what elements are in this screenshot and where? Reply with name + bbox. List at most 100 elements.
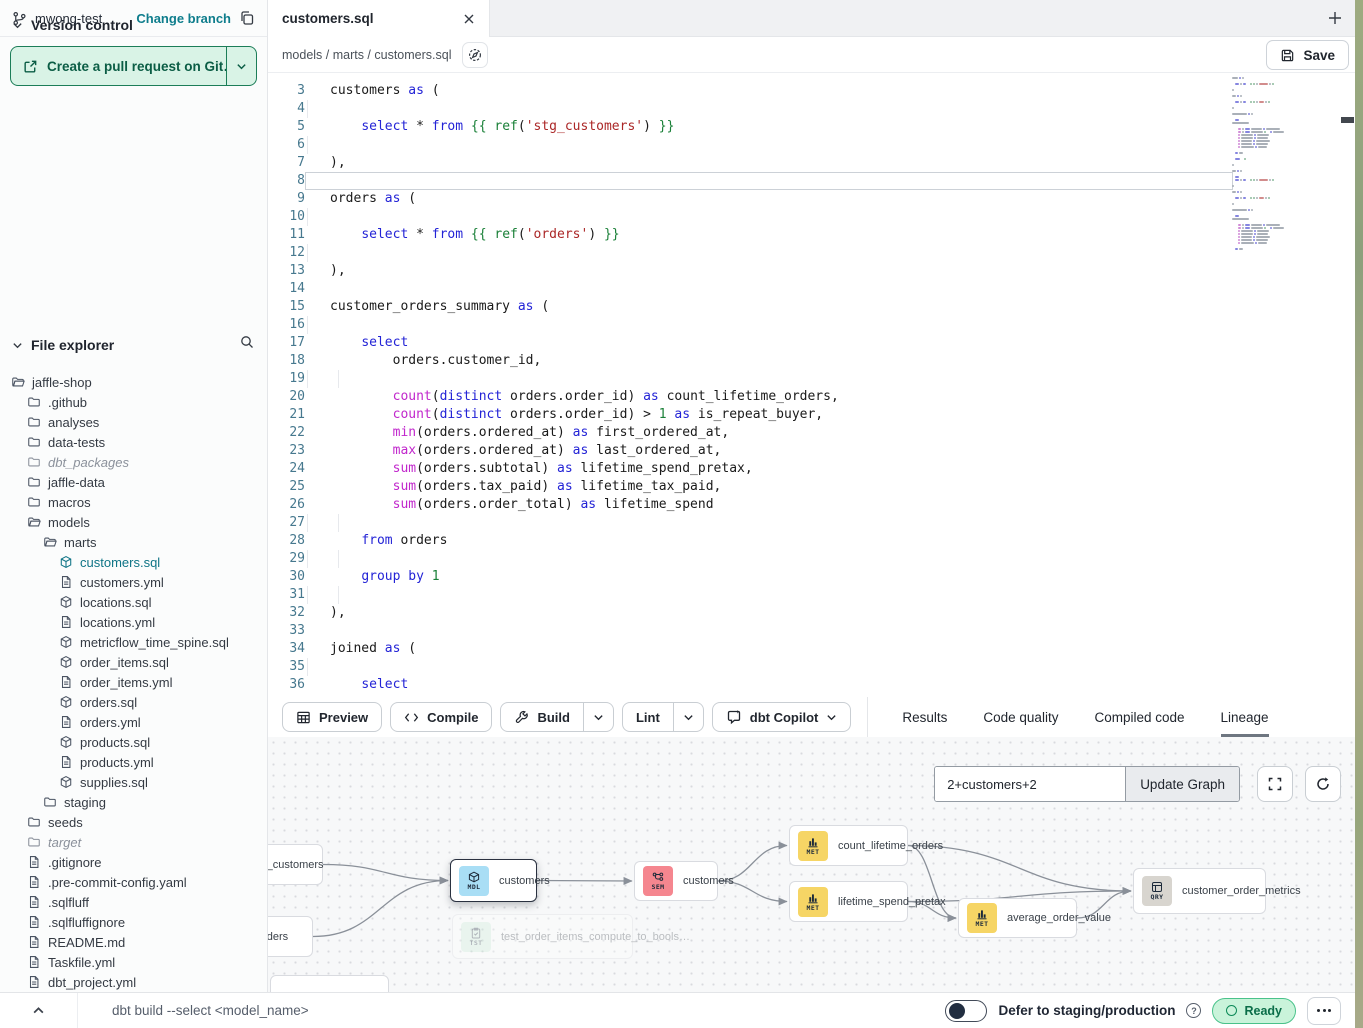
code-line-18[interactable]: 18 orders.customer_id,	[268, 352, 1233, 370]
tree-item-order-items-yml[interactable]: order_items.yml	[0, 672, 267, 692]
code-line-12[interactable]: 12	[268, 244, 1233, 262]
copy-icon[interactable]	[239, 10, 255, 26]
build-dropdown[interactable]	[584, 702, 614, 732]
refresh-button[interactable]	[1305, 766, 1341, 802]
code-editor[interactable]: 3customers as (45 select * from {{ ref('…	[268, 73, 1363, 697]
tree-item-locations-sql[interactable]: locations.sql	[0, 592, 267, 612]
tree-item-supplies-sql[interactable]: supplies.sql	[0, 772, 267, 792]
node-compass-button[interactable]	[462, 42, 488, 68]
code-line-28[interactable]: 28 from orders	[268, 532, 1233, 550]
code-line-20[interactable]: 20 count(distinct orders.order_id) as co…	[268, 388, 1233, 406]
lineage-selector-input[interactable]	[935, 767, 1125, 801]
tree-item-products-yml[interactable]: products.yml	[0, 752, 267, 772]
code-line-27[interactable]: 27	[268, 514, 1233, 532]
code-line-16[interactable]: 16	[268, 316, 1233, 334]
code-line-17[interactable]: 17 select	[268, 334, 1233, 352]
tree-item-marts[interactable]: marts	[0, 532, 267, 552]
code-line-21[interactable]: 21 count(distinct orders.order_id) > 1 a…	[268, 406, 1233, 424]
code-line-33[interactable]: 33	[268, 622, 1233, 640]
code-line-7[interactable]: 7),	[268, 154, 1233, 172]
code-line-10[interactable]: 10	[268, 208, 1233, 226]
code-line-34[interactable]: 34joined as (	[268, 640, 1233, 658]
tree-item-order-items-sql[interactable]: order_items.sql	[0, 652, 267, 672]
code-line-29[interactable]: 29	[268, 550, 1233, 568]
tree-item-jaffle-shop[interactable]: jaffle-shop	[0, 372, 267, 392]
lint-dropdown[interactable]	[674, 702, 704, 732]
code-line-11[interactable]: 11 select * from {{ ref('orders') }}	[268, 226, 1233, 244]
code-line-6[interactable]: 6	[268, 136, 1233, 154]
code-line-26[interactable]: 26 sum(orders.order_total) as lifetime_s…	[268, 496, 1233, 514]
create-pr-button[interactable]: Create a pull request on Git…	[10, 46, 257, 86]
code-line-5[interactable]: 5 select * from {{ ref('stg_customers') …	[268, 118, 1233, 136]
minimap[interactable]	[1232, 77, 1308, 251]
lineage-node-customers[interactable]: SEMcustomers	[634, 861, 718, 901]
help-icon[interactable]: ?	[1186, 1003, 1201, 1018]
code-line-24[interactable]: 24 sum(orders.subtotal) as lifetime_spen…	[268, 460, 1233, 478]
code-line-31[interactable]: 31	[268, 586, 1233, 604]
tree-item-orders-sql[interactable]: orders.sql	[0, 692, 267, 712]
tree-item-models[interactable]: models	[0, 512, 267, 532]
collapse-caret-button[interactable]	[0, 993, 78, 1028]
tree-item-jaffle-data[interactable]: jaffle-data	[0, 472, 267, 492]
lineage-node-lifetime-spend-pretax[interactable]: METlifetime_spend_pretax	[789, 881, 908, 922]
code-line-30[interactable]: 30 group by 1	[268, 568, 1233, 586]
code-line-22[interactable]: 22 min(orders.ordered_at) as first_order…	[268, 424, 1233, 442]
save-button[interactable]: Save	[1266, 40, 1349, 70]
tree-item--sqlfluffignore[interactable]: .sqlfluffignore	[0, 912, 267, 932]
code-line-13[interactable]: 13),	[268, 262, 1233, 280]
tree-item-metricflow-time-spine-sql[interactable]: metricflow_time_spine.sql	[0, 632, 267, 652]
tab-customers-sql[interactable]: customers.sql	[268, 0, 490, 37]
code-line-14[interactable]: 14	[268, 280, 1233, 298]
tree-item-staging[interactable]: staging	[0, 792, 267, 812]
tree-item-dbt-packages[interactable]: dbt_packages	[0, 452, 267, 472]
update-graph-button[interactable]: Update Graph	[1125, 767, 1239, 801]
build-button[interactable]: Build	[500, 702, 584, 732]
code-line-19[interactable]: 19	[268, 370, 1233, 388]
compile-button[interactable]: Compile	[390, 702, 492, 732]
defer-toggle[interactable]	[945, 1000, 987, 1022]
lineage-node-count-lifetime-orders[interactable]: METcount_lifetime_orders	[789, 825, 908, 866]
code-line-4[interactable]: 4	[268, 100, 1233, 118]
lint-button[interactable]: Lint	[622, 702, 674, 732]
tree-item-customers-yml[interactable]: customers.yml	[0, 572, 267, 592]
change-branch-link[interactable]: Change branch	[136, 11, 231, 26]
code-line-25[interactable]: 25 sum(orders.tax_paid) as lifetime_tax_…	[268, 478, 1233, 496]
tree-item-customers-sql[interactable]: customers.sql	[0, 552, 267, 572]
scrollbar-thumb[interactable]	[1341, 117, 1354, 123]
lineage-node-test-order-items-compute-to-bools-[interactable]: TSTtest_order_items_compute_to_bools…	[452, 914, 633, 959]
tree-item-locations-yml[interactable]: locations.yml	[0, 612, 267, 632]
preview-button[interactable]: Preview	[282, 702, 382, 732]
code-line-35[interactable]: 35	[268, 658, 1233, 676]
tree-item-macros[interactable]: macros	[0, 492, 267, 512]
tree-item-products-sql[interactable]: products.sql	[0, 732, 267, 752]
tree-item--gitignore[interactable]: .gitignore	[0, 852, 267, 872]
panel-tab-compiled-code[interactable]: Compiled code	[1094, 697, 1184, 737]
tree-item-analyses[interactable]: analyses	[0, 412, 267, 432]
tree-item-dbt-project-yml[interactable]: dbt_project.yml	[0, 972, 267, 992]
fullscreen-button[interactable]	[1257, 766, 1293, 802]
tree-item--github[interactable]: .github	[0, 392, 267, 412]
dbt-command-input[interactable]	[78, 993, 945, 1028]
lineage-node-customers[interactable]: MDLcustomers	[450, 859, 537, 902]
panel-tab-lineage[interactable]: Lineage	[1221, 697, 1269, 737]
tree-item-seeds[interactable]: seeds	[0, 812, 267, 832]
tree-item-orders-yml[interactable]: orders.yml	[0, 712, 267, 732]
code-line-32[interactable]: 32),	[268, 604, 1233, 622]
search-icon[interactable]	[239, 334, 255, 350]
code-line-8[interactable]: 8	[268, 172, 1233, 190]
lineage-node-orders[interactable]: MDLorders	[268, 916, 313, 957]
lineage-node-customer-order-metrics[interactable]: QRYcustomer_order_metrics	[1133, 868, 1266, 914]
code-line-15[interactable]: 15customer_orders_summary as (	[268, 298, 1233, 316]
code-line-36[interactable]: 36 select	[268, 676, 1233, 694]
code-line-9[interactable]: 9orders as (	[268, 190, 1233, 208]
close-icon[interactable]	[463, 13, 475, 25]
tree-item-target[interactable]: target	[0, 832, 267, 852]
code-line-23[interactable]: 23 max(orders.ordered_at) as last_ordere…	[268, 442, 1233, 460]
tree-item--sqlfluff[interactable]: .sqlfluff	[0, 892, 267, 912]
file-explorer-header[interactable]: File explorer	[0, 330, 267, 360]
overflow-menu-button[interactable]	[1307, 997, 1341, 1025]
status-badge[interactable]: Ready	[1212, 998, 1296, 1024]
panel-tab-results[interactable]: Results	[902, 697, 947, 737]
lineage-node-partial[interactable]	[270, 975, 389, 992]
lineage-node-average-order-value[interactable]: METaverage_order_value	[958, 898, 1077, 938]
